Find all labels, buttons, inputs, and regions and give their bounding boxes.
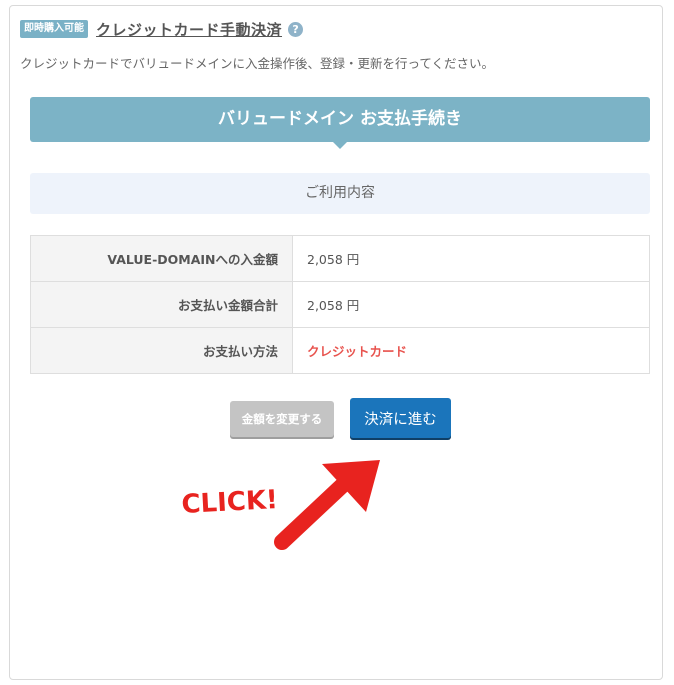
- deposit-amount-label: VALUE-DOMAINへの入金額: [30, 235, 293, 282]
- payment-summary-table: VALUE-DOMAINへの入金額 2,058 円 お支払い金額合計 2,058…: [30, 235, 650, 374]
- instant-purchase-badge: 即時購入可能: [20, 20, 88, 38]
- payment-method-value: クレジットカード: [292, 327, 650, 374]
- click-text: CLICK!: [181, 485, 279, 520]
- table-row: VALUE-DOMAINへの入金額 2,058 円: [30, 235, 650, 282]
- table-row: お支払い方法 クレジットカード: [30, 327, 650, 374]
- total-amount-value: 2,058 円: [292, 281, 650, 328]
- page-title-link[interactable]: クレジットカード手動決済: [96, 19, 282, 40]
- card-header: 即時購入可能 クレジットカード手動決済 ?: [20, 18, 304, 40]
- banner-pointer: [333, 142, 347, 149]
- click-annotation: CLICK! CLICK!: [177, 451, 389, 555]
- red-arrow-icon: [269, 451, 389, 555]
- payment-method-label: お支払い方法: [30, 327, 293, 374]
- section-heading: ご利用内容: [30, 173, 650, 214]
- total-amount-label: お支払い金額合計: [30, 281, 293, 328]
- procedure-banner: バリュードメイン お支払手続き: [30, 97, 650, 142]
- help-icon[interactable]: ?: [288, 21, 304, 37]
- table-row: お支払い金額合計 2,058 円: [30, 281, 650, 328]
- description-text: クレジットカードでバリュードメインに入金操作後、登録・更新を行ってください。: [20, 56, 495, 71]
- change-amount-button[interactable]: 金額を変更する: [230, 401, 334, 437]
- deposit-amount-value: 2,058 円: [292, 235, 650, 282]
- proceed-to-payment-button[interactable]: 決済に進む: [350, 398, 451, 438]
